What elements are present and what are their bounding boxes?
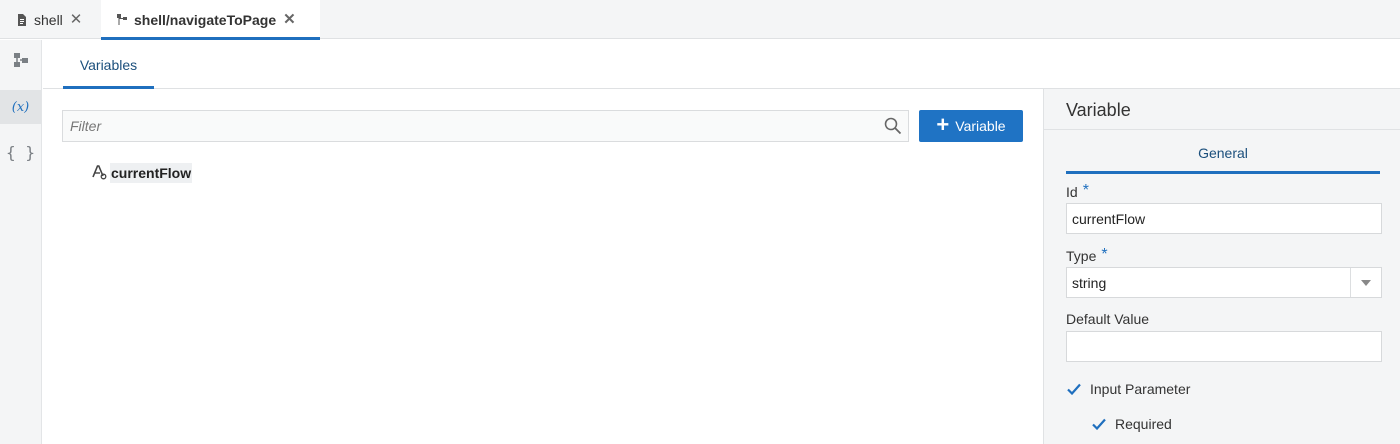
id-label: Id * <box>1066 182 1089 200</box>
divider <box>1044 129 1400 130</box>
required-marker: * <box>1082 182 1089 199</box>
string-type-icon <box>91 164 107 183</box>
id-label-text: Id <box>1066 184 1078 200</box>
add-variable-label: Variable <box>955 118 1006 134</box>
type-value: string <box>1072 274 1107 291</box>
property-panel: Variable General Id * currentFlow Type * s… <box>1043 89 1400 444</box>
variable-icon: (x) <box>11 99 30 115</box>
required-checkbox[interactable]: Required <box>1091 416 1172 432</box>
variables-button[interactable]: (x) <box>0 90 41 124</box>
type-label-text: Type <box>1066 248 1097 264</box>
plus-icon: + <box>936 112 950 137</box>
add-variable-button[interactable]: + Variable <box>919 110 1023 142</box>
id-value: currentFlow <box>1072 210 1146 227</box>
tab-variables[interactable]: Variables <box>63 40 154 89</box>
editor-tab-bar: shell ✕ shell/navigateToPage ✕ <box>0 0 1400 40</box>
checkmark-icon <box>1066 381 1082 397</box>
flow-icon <box>116 14 128 26</box>
tab-label: shell/navigateToPage <box>134 11 277 28</box>
required-marker: * <box>1101 246 1108 263</box>
json-braces-icon: { } <box>6 142 35 162</box>
filter-box <box>62 110 909 142</box>
input-parameter-checkbox[interactable]: Input Parameter <box>1066 381 1190 397</box>
close-icon[interactable]: ✕ <box>283 12 296 27</box>
id-field[interactable]: currentFlow <box>1066 203 1382 234</box>
type-select[interactable]: string <box>1066 267 1382 298</box>
tab-general[interactable]: General <box>1066 145 1380 174</box>
filter-input[interactable] <box>63 111 878 141</box>
input-parameter-label: Input Parameter <box>1090 381 1191 397</box>
required-label: Required <box>1115 416 1172 432</box>
checkmark-icon <box>1091 416 1107 432</box>
tab-shell-navigatetopage[interactable]: shell/navigateToPage ✕ <box>101 0 320 40</box>
close-icon[interactable]: ✕ <box>70 12 83 27</box>
panel-title: Variable <box>1066 100 1131 120</box>
search-icon[interactable] <box>878 117 908 135</box>
flow-diagram-button[interactable] <box>0 45 41 79</box>
type-label: Type * <box>1066 246 1108 264</box>
default-value-label: Default Value <box>1066 311 1150 327</box>
flow-diagram-icon <box>13 52 29 73</box>
tab-label: shell <box>34 11 63 28</box>
default-value-field[interactable] <box>1066 331 1382 362</box>
tab-shell[interactable]: shell ✕ <box>16 0 82 39</box>
json-button[interactable]: { } <box>0 135 41 169</box>
chevron-down-icon[interactable] <box>1350 268 1381 297</box>
file-icon <box>16 13 28 26</box>
side-icon-strip: (x) { } <box>0 40 42 444</box>
variables-tab-bar: Variables <box>43 40 1400 89</box>
list-item[interactable]: currentFlow <box>91 162 193 184</box>
variable-name: currentFlow <box>110 163 193 183</box>
